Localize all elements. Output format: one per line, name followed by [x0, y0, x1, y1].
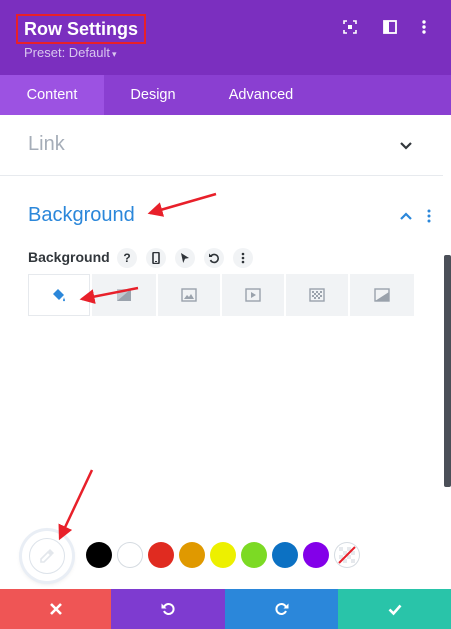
- help-glyph: ?: [123, 251, 131, 265]
- color-swatch[interactable]: [272, 542, 298, 568]
- link-section[interactable]: Link: [0, 115, 443, 176]
- preset-label: Preset: Default: [24, 45, 110, 60]
- mask-icon: [374, 288, 390, 302]
- color-swatch[interactable]: [117, 542, 143, 568]
- help-icon[interactable]: ?: [117, 248, 137, 268]
- no-color-icon: [338, 546, 356, 564]
- mobile-icon[interactable]: [146, 248, 166, 268]
- color-tab[interactable]: [28, 274, 90, 316]
- modal-header: Row Settings Preset: Default ▾: [0, 0, 451, 75]
- eyedropper-ring: [29, 538, 65, 574]
- gradient-icon: [117, 289, 131, 301]
- undo-icon: [161, 603, 175, 615]
- video-tab[interactable]: [222, 274, 284, 316]
- close-icon: [49, 603, 62, 615]
- color-swatch[interactable]: [179, 542, 205, 568]
- pattern-icon: [309, 288, 325, 302]
- image-tab[interactable]: [158, 274, 220, 316]
- annotation-arrow: [58, 469, 94, 541]
- modal-footer: [0, 589, 451, 629]
- cancel-button[interactable]: [0, 589, 111, 629]
- row-settings-modal: Row Settings Preset: Default ▾ Content De…: [0, 0, 451, 629]
- redo-button[interactable]: [225, 589, 338, 629]
- tab-content[interactable]: Content: [0, 75, 104, 115]
- settings-tabs: Content Design Advanced: [0, 75, 451, 115]
- fullscreen-icon[interactable]: [341, 18, 359, 36]
- undo-button[interactable]: [111, 589, 225, 629]
- more-icon[interactable]: [415, 18, 433, 36]
- tab-advanced[interactable]: Advanced: [202, 75, 320, 115]
- tab-design[interactable]: Design: [104, 75, 202, 115]
- save-button[interactable]: [338, 589, 451, 629]
- chevron-down-icon[interactable]: [398, 138, 414, 154]
- mask-tab[interactable]: [350, 274, 414, 316]
- background-section-title[interactable]: Background: [28, 204, 135, 227]
- cursor-icon[interactable]: [175, 248, 195, 268]
- color-swatch[interactable]: [148, 542, 174, 568]
- sidebar-icon[interactable]: [381, 18, 399, 36]
- title-highlight: Row Settings: [16, 14, 147, 44]
- field-more-icon[interactable]: [233, 248, 253, 268]
- reset-icon[interactable]: [204, 248, 224, 268]
- no-color-swatch[interactable]: [334, 542, 360, 568]
- preset-dropdown[interactable]: Preset: Default ▾: [24, 45, 117, 60]
- link-section-title: Link: [28, 133, 65, 155]
- background-field-label: Background: [28, 249, 110, 265]
- caret-down-icon: ▾: [112, 49, 117, 59]
- modal-title: Row Settings: [24, 19, 139, 39]
- background-type-tabs: [28, 274, 414, 316]
- pattern-tab[interactable]: [286, 274, 348, 316]
- chevron-up-icon[interactable]: [398, 208, 414, 224]
- scrollbar[interactable]: [444, 255, 451, 487]
- color-swatch[interactable]: [210, 542, 236, 568]
- section-more-icon[interactable]: [421, 208, 437, 224]
- eyedropper-icon: [40, 549, 54, 563]
- paint-bucket-icon: [53, 289, 65, 302]
- color-swatch[interactable]: [86, 542, 112, 568]
- check-icon: [388, 604, 401, 616]
- annotation-arrow: [147, 192, 217, 217]
- video-icon: [245, 288, 261, 302]
- color-swatch[interactable]: [241, 542, 267, 568]
- gradient-tab[interactable]: [92, 274, 156, 316]
- color-swatch[interactable]: [303, 542, 329, 568]
- image-icon: [181, 288, 197, 302]
- redo-icon: [275, 603, 288, 615]
- color-picker-button[interactable]: [22, 531, 72, 581]
